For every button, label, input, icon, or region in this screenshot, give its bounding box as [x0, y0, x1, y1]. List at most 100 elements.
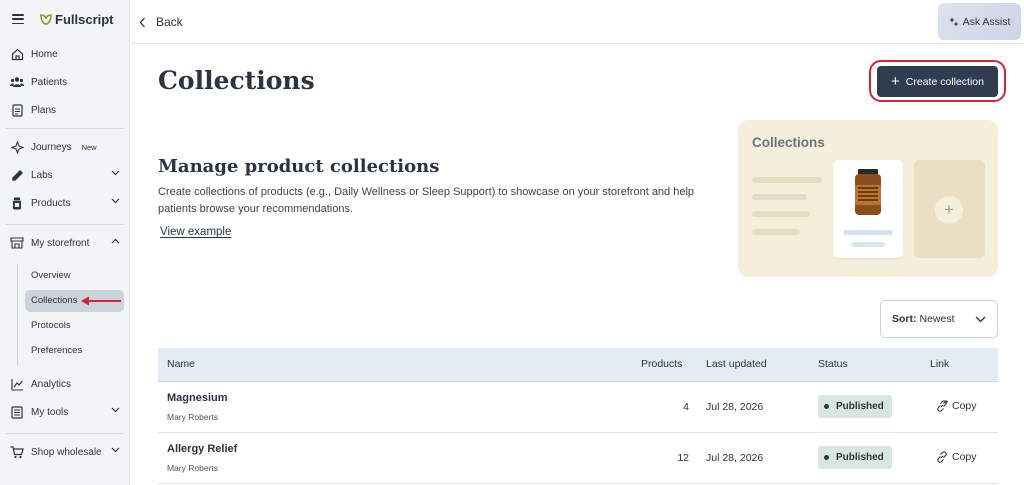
sort-value: Newest: [919, 313, 955, 325]
status-badge: Published: [818, 446, 892, 469]
sidebar-item-label: Patients: [31, 76, 68, 88]
top-bar: Back Ask Assist: [131, 0, 1024, 44]
placeholder-bar: [752, 229, 800, 235]
storefront-icon: [10, 236, 24, 250]
menu-icon[interactable]: [12, 14, 24, 24]
page-title: Collections: [158, 66, 315, 95]
annotation-arrow-icon: [81, 296, 121, 306]
create-collection-label: Create collection: [905, 75, 984, 88]
sidebar-subitem-preferences[interactable]: Preferences: [25, 340, 124, 362]
sidebar-item-my-storefront[interactable]: My storefront: [10, 231, 124, 255]
table-row[interactable]: Magnesium Mary Roberts 4 Jul 28, 2026 Pu…: [158, 382, 998, 433]
submenu-line: [17, 264, 18, 366]
back-label: Back: [156, 15, 183, 29]
link-icon: [937, 400, 948, 412]
sidebar-item-label: Labs: [31, 169, 53, 181]
chevron-down-icon[interactable]: [111, 198, 120, 204]
section-title: Manage product collections: [158, 156, 440, 177]
copy-link-button[interactable]: Copy: [936, 400, 977, 412]
column-header-status[interactable]: Status: [818, 358, 848, 370]
collection-name[interactable]: Allergy Relief: [167, 443, 237, 455]
chevron-up-icon[interactable]: [111, 238, 120, 244]
product-count: 4: [683, 401, 689, 413]
ask-assist-button[interactable]: Ask Assist: [938, 3, 1021, 40]
sidebar-item-patients[interactable]: Patients: [10, 70, 124, 94]
plus-icon: +: [891, 73, 900, 90]
journeys-icon: [10, 140, 24, 154]
status-badge: Published: [818, 395, 892, 418]
link-icon: [937, 451, 947, 463]
last-updated: Jul 28, 2026: [706, 452, 764, 464]
back-button[interactable]: Back: [139, 12, 183, 32]
ask-assist-label: Ask Assist: [962, 15, 1011, 28]
status-label: Published: [836, 452, 884, 463]
sidebar-divider: [6, 224, 124, 225]
create-collection-button[interactable]: + Create collection: [877, 66, 998, 97]
products-icon: [10, 196, 24, 210]
status-dot-icon: [824, 404, 829, 409]
sort-prefix: Sort:: [892, 313, 917, 325]
placeholder-bar: [752, 211, 810, 217]
labs-icon: [10, 168, 24, 182]
brand-bar: Fullscript: [12, 10, 114, 28]
placeholder-bar: [752, 177, 822, 183]
new-badge: New: [81, 142, 97, 152]
placeholder-bar: [851, 242, 885, 247]
sidebar-item-label: Plans: [31, 104, 57, 116]
sidebar-item-label: Products: [31, 197, 71, 209]
sidebar-item-label: My tools: [31, 406, 69, 418]
sort-dropdown[interactable]: Sort: Newest: [880, 300, 998, 338]
logo-leaf-icon: [40, 14, 52, 25]
table-header: Name Products Last updated Status Link: [158, 348, 998, 382]
sidebar-divider: [6, 128, 124, 129]
section-description: Create collections of products (e.g., Da…: [158, 186, 695, 215]
sidebar-item-label: Analytics: [31, 378, 72, 390]
copy-label: Copy: [952, 400, 977, 412]
brand-name: Fullscript: [55, 11, 114, 27]
view-example-link[interactable]: View example: [160, 226, 231, 238]
column-header-link: Link: [930, 358, 950, 370]
table-row[interactable]: Allergy Relief Mary Roberts 12 Jul 28, 2…: [158, 433, 998, 484]
column-header-products[interactable]: Products: [641, 358, 682, 370]
fullscript-logo[interactable]: Fullscript: [40, 12, 114, 27]
sidebar-divider: [6, 433, 124, 434]
sparkle-icon: [949, 17, 959, 26]
column-header-name[interactable]: Name: [167, 358, 195, 370]
sidebar: Fullscript Home Patients Plans Journeys …: [0, 0, 130, 485]
sidebar-item-label: Shop wholesale: [31, 446, 102, 458]
chevron-down-icon[interactable]: [111, 447, 120, 453]
sidebar-item-journeys[interactable]: Journeys New: [10, 135, 124, 159]
cart-icon: [10, 445, 24, 459]
chevron-down-icon[interactable]: [111, 170, 120, 176]
sidebar-item-home[interactable]: Home: [10, 42, 124, 66]
product-card: [833, 160, 903, 258]
product-count: 12: [677, 452, 689, 464]
sidebar-item-products[interactable]: Products: [10, 191, 124, 215]
sidebar-item-labs[interactable]: Labs: [10, 163, 124, 187]
sidebar-item-label: Home: [31, 48, 58, 60]
copy-link-button[interactable]: Copy: [936, 451, 977, 463]
supplement-bottle-icon: [855, 169, 881, 215]
add-product-box: +: [914, 160, 985, 258]
sidebar-item-shop-wholesale[interactable]: Shop wholesale: [10, 440, 124, 464]
sidebar-item-plans[interactable]: Plans: [10, 98, 124, 122]
status-dot-icon: [824, 455, 829, 460]
sidebar-item-my-tools[interactable]: My tools: [10, 400, 124, 424]
last-updated: Jul 28, 2026: [706, 401, 764, 413]
sidebar-subitem-overview[interactable]: Overview: [25, 265, 124, 287]
column-header-last-updated[interactable]: Last updated: [706, 358, 767, 370]
status-label: Published: [836, 401, 884, 412]
collection-owner: Mary Roberts: [167, 412, 219, 422]
collection-name[interactable]: Magnesium: [167, 392, 228, 404]
chevron-left-icon: [139, 17, 145, 27]
chevron-down-icon: [975, 316, 986, 323]
placeholder-bar: [843, 230, 893, 235]
chevron-down-icon[interactable]: [111, 407, 120, 413]
collection-owner: Mary Roberts: [167, 463, 219, 473]
analytics-icon: [10, 377, 24, 391]
patients-icon: [10, 75, 24, 89]
sidebar-subitem-protocols[interactable]: Protocols: [25, 315, 124, 337]
collections-illustration: Collections +: [738, 120, 998, 277]
sidebar-item-analytics[interactable]: Analytics: [10, 372, 124, 396]
plans-icon: [10, 103, 24, 117]
